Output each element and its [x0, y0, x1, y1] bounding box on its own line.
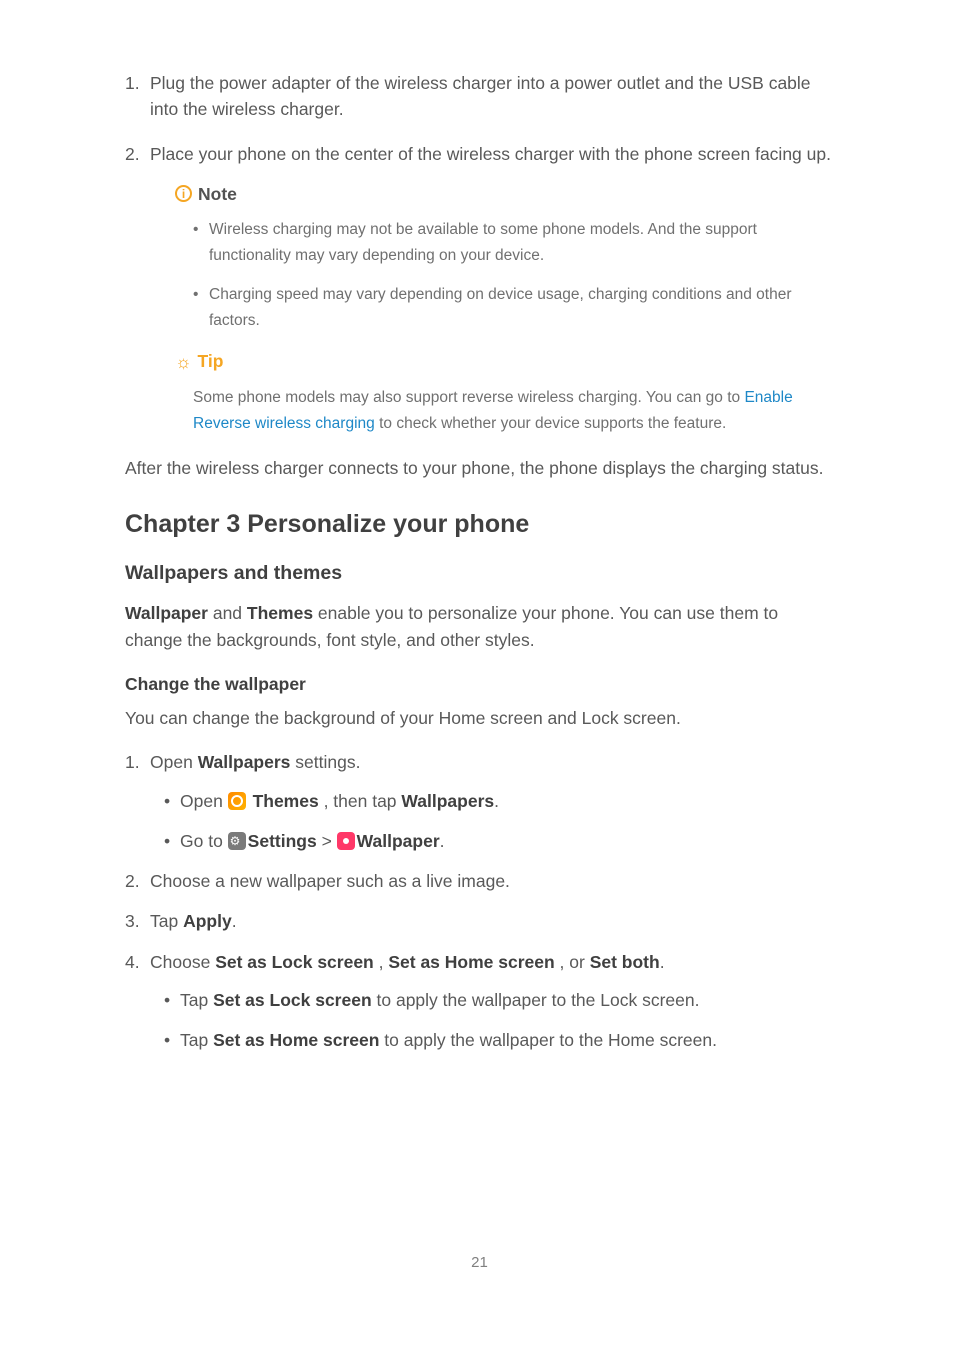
bullet-item: Open Themes , then tap Wallpapers.	[150, 788, 834, 814]
paragraph: You can change the background of your Ho…	[125, 705, 834, 731]
step-item: 1.Plug the power adapter of the wireless…	[125, 70, 834, 123]
section-heading: Wallpapers and themes	[125, 559, 834, 588]
settings-app-icon	[228, 832, 246, 850]
step-item: 2.Choose a new wallpaper such as a live …	[125, 868, 834, 894]
note-header: Note	[175, 181, 834, 207]
note-callout: Note Wireless charging may not be availa…	[175, 181, 834, 335]
step-text: Plug the power adapter of the wireless c…	[150, 73, 811, 119]
step-item: 1. Open Wallpapers settings. Open Themes…	[125, 749, 834, 854]
section-intro: Wallpaper and Themes enable you to perso…	[125, 600, 834, 653]
numbered-steps-main: 1. Open Wallpapers settings. Open Themes…	[125, 749, 834, 1053]
paragraph: After the wireless charger connects to y…	[125, 455, 834, 481]
subheading: Change the wallpaper	[125, 671, 834, 697]
bullet-item: Tap Set as Lock screen to apply the wall…	[150, 987, 834, 1013]
numbered-steps-top: 1.Plug the power adapter of the wireless…	[125, 70, 834, 437]
note-item: Wireless charging may not be available t…	[193, 217, 834, 270]
sub-bullets: Tap Set as Lock screen to apply the wall…	[150, 987, 834, 1054]
lightbulb-icon: ☼	[175, 353, 192, 371]
tip-label: Tip	[198, 348, 224, 374]
themes-app-icon	[228, 792, 246, 810]
bullet-item: Go to Settings > Wallpaper.	[150, 828, 834, 854]
bold-text: Wallpaper	[125, 603, 208, 623]
tip-text-post: to check whether your device supports th…	[375, 415, 727, 432]
tip-text-pre: Some phone models may also support rever…	[193, 389, 744, 406]
bullet-item: Tap Set as Home screen to apply the wall…	[150, 1027, 834, 1053]
tip-body: Some phone models may also support rever…	[175, 385, 834, 438]
step-item: 3. Tap Apply.	[125, 908, 834, 934]
step-item: 2.Place your phone on the center of the …	[125, 141, 834, 438]
tip-header: ☼ Tip	[175, 348, 834, 374]
wallpaper-app-icon	[337, 832, 355, 850]
info-icon	[175, 185, 192, 202]
step-text: Place your phone on the center of the wi…	[150, 144, 831, 164]
chapter-heading: Chapter 3 Personalize your phone	[125, 506, 834, 544]
page-number: 21	[125, 1252, 834, 1275]
bold-text: Themes	[247, 603, 313, 623]
note-item: Charging speed may vary depending on dev…	[193, 282, 834, 335]
note-list: Wireless charging may not be available t…	[175, 217, 834, 334]
sub-bullets: Open Themes , then tap Wallpapers. Go to…	[150, 788, 834, 855]
note-label: Note	[198, 181, 237, 207]
tip-callout: ☼ Tip Some phone models may also support…	[175, 348, 834, 437]
step-item: 4. Choose Set as Lock screen , Set as Ho…	[125, 949, 834, 1054]
